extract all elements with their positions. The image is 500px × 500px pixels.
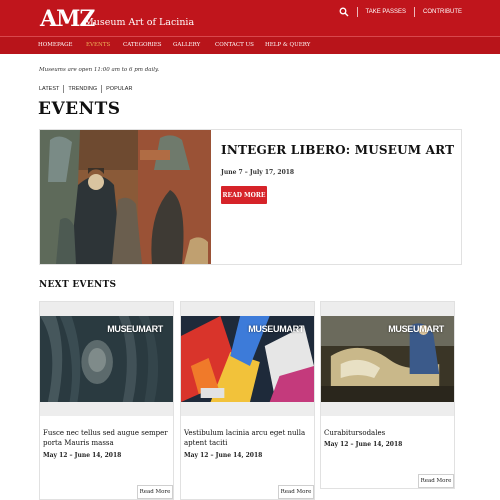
featured-event-title[interactable]: INTEGER LIBERO: MUSEUM ART [221, 143, 454, 157]
card-bottom-band [40, 402, 173, 416]
card-bottom-band [321, 402, 454, 416]
filter-trending[interactable]: TRENDING [68, 86, 97, 92]
event-card: MUSEUMART Fusce nec tellus sed augue sem… [39, 301, 174, 500]
event-card-date: May 12 – June 14, 2018 [324, 441, 403, 448]
take-passes-link[interactable]: TAKE PASSES [366, 9, 406, 15]
nav-item-homepage[interactable]: HOMEPAGE [38, 42, 73, 48]
search-icon[interactable] [339, 7, 349, 17]
page-title: EVENTS [38, 99, 121, 119]
event-card-date: May 12 – June 14, 2018 [184, 452, 263, 459]
read-more-button[interactable]: Read More [137, 485, 173, 499]
nav-item-help[interactable]: HELP & QUERY [265, 42, 310, 48]
event-card-title[interactable]: Curabitursodales [324, 428, 452, 438]
nav-item-events[interactable]: EVENTS [86, 42, 110, 48]
divider [414, 7, 415, 17]
read-more-button[interactable]: Read More [418, 474, 454, 488]
card-top-band [321, 302, 454, 316]
card-top-band [181, 302, 314, 316]
filter-latest[interactable]: LATEST [39, 86, 59, 92]
event-card: MUSEUMART Curabitursodales May 12 – June… [320, 301, 455, 489]
top-header: AMZ Museum Art of Lacinia TAKE PASSES CO… [0, 0, 500, 36]
event-filters: LATEST TRENDING POPULAR [39, 85, 132, 93]
card-bottom-band [181, 402, 314, 416]
event-card-image-label: MUSEUMART [248, 324, 304, 334]
divider [356, 7, 358, 17]
featured-event-date: June 7 – July 17, 2018 [221, 169, 295, 176]
opening-hours: Museums are open 11:00 am to 6 pm daily. [39, 67, 160, 73]
event-card-title[interactable]: Vestibulum lacinia arcu eget nulla apten… [184, 428, 312, 448]
event-card-image-label: MUSEUMART [388, 324, 444, 334]
event-card-image-label: MUSEUMART [107, 324, 163, 334]
nav-item-gallery[interactable]: GALLERY [173, 42, 200, 48]
event-card: MUSEUMART Vestibulum lacinia arcu eget n… [180, 301, 315, 500]
next-events-heading: NEXT EVENTS [39, 280, 117, 290]
site-name[interactable]: Museum Art of Lacinia [84, 17, 194, 28]
main-nav: HOMEPAGE EVENTS CATEGORIES GALLERY CONTA… [0, 36, 500, 54]
contribute-link[interactable]: CONTRIBUTE [423, 9, 462, 15]
card-top-band [40, 302, 173, 316]
filter-popular[interactable]: POPULAR [106, 86, 132, 92]
nav-item-contact[interactable]: CONTACT US [215, 42, 254, 48]
event-card-date: May 12 – June 14, 2018 [43, 452, 122, 459]
featured-event-card: INTEGER LIBERO: MUSEUM ART June 7 – July… [39, 129, 462, 265]
divider [101, 85, 103, 93]
event-card-title[interactable]: Fusce nec tellus sed augue semper porta … [43, 428, 171, 448]
top-actions: TAKE PASSES CONTRIBUTE [339, 6, 462, 18]
divider [63, 85, 65, 93]
read-more-button[interactable]: READ MORE [221, 186, 267, 204]
read-more-button[interactable]: Read More [278, 485, 314, 499]
featured-event-image[interactable] [40, 130, 211, 264]
nav-item-categories[interactable]: CATEGORIES [123, 42, 162, 48]
